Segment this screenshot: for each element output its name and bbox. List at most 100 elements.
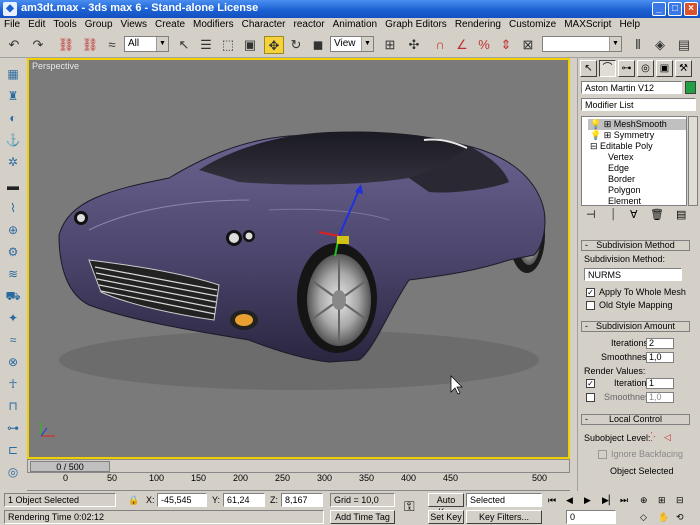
x-coordinate-field[interactable]: -45,545 <box>157 493 207 507</box>
play-icon[interactable]: ▶ <box>584 493 591 507</box>
hinge-icon[interactable]: ⊓ <box>4 398 22 415</box>
vertex-level-icon[interactable]: ⁛ <box>648 430 655 444</box>
menu-create[interactable]: Create <box>151 18 189 32</box>
previous-frame-icon[interactable]: ◀ <box>566 493 573 507</box>
select-by-name-icon[interactable]: ☰ <box>196 36 216 54</box>
menu-help[interactable]: Help <box>615 18 644 32</box>
cloth-collection-icon[interactable]: ♜ <box>4 88 22 105</box>
key-filters-button[interactable]: Key Filters... <box>466 510 542 524</box>
time-slider[interactable]: 0 / 500 <box>27 459 570 473</box>
render-smoothness-spinner[interactable]: 1,0 <box>646 392 674 403</box>
constraint-solver-icon[interactable]: ⊗ <box>4 354 22 371</box>
select-and-move-icon[interactable]: ✥ <box>264 36 284 54</box>
object-name-field[interactable]: Aston Martin V12 <box>581 81 682 94</box>
motor-icon[interactable]: ⚙ <box>4 244 22 261</box>
stack-item-symmetry[interactable]: 💡 ⊞ Symmetry <box>588 130 654 141</box>
set-key-button[interactable]: Set Key <box>428 510 464 524</box>
configure-modifier-sets-icon[interactable]: ▤ <box>676 208 686 222</box>
current-frame-field[interactable]: 0 <box>566 510 616 524</box>
key-mode-dropdown[interactable]: Selected <box>466 493 542 507</box>
menu-maxscript[interactable]: MAXScript <box>560 18 615 32</box>
key-icon[interactable]: ⚿ <box>404 499 415 513</box>
apply-whole-mesh-checkbox[interactable]: ✓ <box>586 288 595 297</box>
rollout-subdivision-amount[interactable]: - Subdivision Amount <box>581 321 690 332</box>
stack-item-meshsmooth[interactable]: 💡 ⊞ MeshSmooth <box>588 119 686 130</box>
menu-tools[interactable]: Tools <box>49 18 80 32</box>
select-object-icon[interactable]: ↖ <box>174 36 194 54</box>
z-coordinate-field[interactable]: 8,167 <box>281 493 323 507</box>
soft-body-collection-icon[interactable]: ◐ <box>4 110 22 127</box>
iterations-spinner[interactable]: 2 <box>646 338 674 349</box>
stack-item-editable-poly[interactable]: ⊟ Editable Poly <box>588 141 653 152</box>
arc-rotate-icon[interactable]: ⟲ <box>676 510 684 524</box>
modifier-stack[interactable]: 💡 ⊞ MeshSmooth 💡 ⊞ Symmetry ⊟ Editable P… <box>581 116 687 206</box>
stack-item-edge[interactable]: Edge <box>606 163 629 174</box>
rigid-body-collection-icon[interactable]: ▦ <box>4 66 22 83</box>
time-slider-thumb[interactable]: 0 / 500 <box>30 461 110 472</box>
snap-toggle-icon[interactable]: ∩ <box>430 36 450 54</box>
maximize-button[interactable]: □ <box>668 2 682 16</box>
zoom-all-icon[interactable]: ⊞ <box>658 493 666 507</box>
zoom-icon[interactable]: ⊕ <box>640 493 648 507</box>
plane-icon[interactable]: ▬ <box>4 178 22 195</box>
tab-modify[interactable]: ⌒ <box>599 60 616 77</box>
menu-file[interactable]: File <box>0 18 24 32</box>
show-end-result-icon[interactable]: ⏐ <box>610 208 616 222</box>
render-iterations-checkbox[interactable]: ✓ <box>586 379 595 388</box>
field-of-view-icon[interactable]: ◇ <box>640 510 647 524</box>
reference-coordinate-dropdown[interactable]: View ▼ <box>330 36 374 52</box>
undo-icon[interactable]: ↶ <box>4 36 24 54</box>
menu-views[interactable]: Views <box>117 18 152 32</box>
menu-character[interactable]: Character <box>238 18 290 32</box>
rollout-subdivision-method[interactable]: - Subdivision Method <box>581 240 690 251</box>
stack-item-polygon[interactable]: Polygon <box>606 185 641 196</box>
old-style-mapping-checkbox[interactable] <box>586 301 595 310</box>
subdivision-method-dropdown[interactable]: NURMS <box>584 268 682 281</box>
object-color-swatch[interactable] <box>685 81 696 94</box>
app-icon[interactable]: ◆ <box>3 2 17 16</box>
select-and-rotate-icon[interactable]: ↻ <box>286 36 306 54</box>
menu-modifiers[interactable]: Modifiers <box>189 18 238 32</box>
select-link-icon[interactable]: ⛓ <box>56 36 76 54</box>
pivot-center-icon[interactable]: ⊞ <box>380 36 400 54</box>
deforming-mesh-icon[interactable]: ✲ <box>4 154 22 171</box>
rag-doll-icon[interactable]: ☥ <box>4 376 22 393</box>
next-frame-icon[interactable]: ▶▏ <box>602 493 616 507</box>
point-to-point-icon[interactable]: ⊶ <box>4 420 22 437</box>
edit-named-selection-icon[interactable]: ⊠ <box>518 36 538 54</box>
align-icon[interactable]: ◈ <box>650 36 670 54</box>
percent-snap-icon[interactable]: % <box>474 36 494 54</box>
menu-edit[interactable]: Edit <box>24 18 49 32</box>
rectangular-selection-icon[interactable]: ⬚ <box>218 36 238 54</box>
stack-item-border[interactable]: Border <box>606 174 635 185</box>
add-time-tag-button[interactable]: Add Time Tag <box>330 510 395 524</box>
modifier-list-dropdown[interactable]: Modifier List <box>581 98 696 111</box>
remove-modifier-icon[interactable]: 🗑 <box>650 208 664 222</box>
perspective-viewport[interactable]: Perspective <box>27 58 570 459</box>
dashpot-icon[interactable]: ⊕ <box>4 222 22 239</box>
prismatic-icon[interactable]: ⊏ <box>4 442 22 459</box>
auto-key-button[interactable]: Auto Key <box>428 493 464 517</box>
render-smoothness-checkbox[interactable] <box>586 393 595 402</box>
tab-display[interactable]: ▣ <box>656 60 673 77</box>
track-bar[interactable]: 0 50 100 150 200 250 300 350 400 450 500 <box>27 473 570 491</box>
goto-end-icon[interactable]: ⏭ <box>620 493 628 507</box>
make-unique-icon[interactable]: ∀ <box>630 208 638 222</box>
minimize-button[interactable]: _ <box>652 2 666 16</box>
y-coordinate-field[interactable]: 61,24 <box>223 493 265 507</box>
redo-icon[interactable]: ↷ <box>28 36 48 54</box>
goto-start-icon[interactable]: ⏮ <box>548 493 556 507</box>
rollout-local-control[interactable]: - Local Control <box>581 414 690 425</box>
manipulate-icon[interactable]: ✣ <box>404 36 424 54</box>
mirror-icon[interactable]: ⫴ <box>628 36 648 54</box>
fracture-icon[interactable]: ✦ <box>4 310 22 327</box>
rope-collection-icon[interactable]: ⚓ <box>4 132 22 149</box>
menu-animation[interactable]: Animation <box>329 18 381 32</box>
wind-icon[interactable]: ≋ <box>4 266 22 283</box>
menu-rendering[interactable]: Rendering <box>451 18 505 32</box>
toy-car-icon[interactable]: ⛟ <box>4 288 22 305</box>
edge-level-icon[interactable]: ◁ <box>664 430 671 444</box>
lock-icon[interactable]: 🔒 <box>128 493 139 507</box>
pin-stack-icon[interactable]: ⊣ <box>586 208 596 222</box>
pan-icon[interactable]: ✋ <box>658 510 669 524</box>
